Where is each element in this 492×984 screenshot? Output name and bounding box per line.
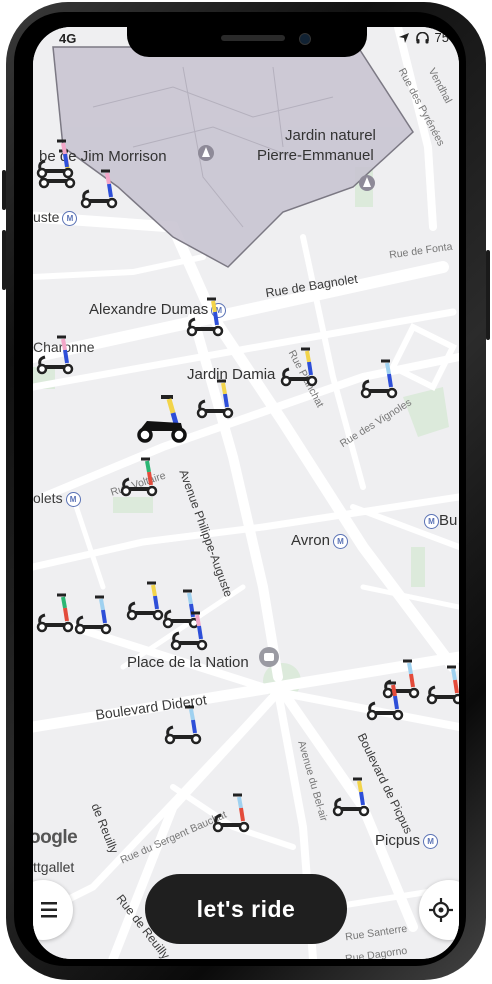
metro-icon: M	[62, 210, 78, 226]
place-label: Pierre-Emmanuel	[257, 147, 374, 164]
selected-scooter-icon[interactable]	[133, 391, 189, 447]
side-button	[2, 230, 6, 290]
metro-label: Picpus M	[375, 832, 439, 849]
metro-icon: M	[423, 833, 439, 849]
metro-label: olets M	[33, 490, 81, 507]
battery-level: 75	[434, 30, 449, 45]
phone-screen: be de Jim Morrison Jardin naturel Pierre…	[33, 27, 459, 959]
metro-icon: M	[424, 513, 439, 529]
scooter-marker-icon[interactable]	[193, 377, 237, 421]
scooter-marker-icon[interactable]	[77, 167, 121, 211]
square-pin-icon	[259, 647, 279, 667]
status-icons: 75	[398, 30, 449, 45]
side-button	[486, 250, 490, 340]
scooter-marker-icon[interactable]	[183, 295, 227, 339]
notch	[127, 27, 367, 57]
place-pin-icon	[359, 175, 375, 191]
scooter-marker-icon[interactable]	[117, 455, 161, 499]
front-camera	[299, 33, 311, 45]
place-pin-icon	[198, 145, 214, 161]
scooter-marker-icon[interactable]	[33, 591, 77, 635]
metro-label: Avron M	[291, 532, 348, 549]
metro-icon: M	[332, 533, 348, 549]
scooter-marker-icon[interactable]	[357, 357, 401, 401]
scooter-marker-icon[interactable]	[277, 345, 321, 389]
place-label: ttgallet	[33, 859, 75, 875]
metro-label: M Bu	[421, 512, 457, 529]
network-indicator: 4G	[59, 31, 77, 46]
scooter-marker-icon[interactable]	[423, 663, 459, 707]
google-logo: oogle	[33, 827, 78, 848]
scooter-marker-icon[interactable]	[167, 609, 211, 653]
lets-ride-button[interactable]: let's ride	[145, 874, 347, 944]
scooter-marker-icon[interactable]	[161, 703, 205, 747]
speaker	[221, 35, 285, 41]
scooter-marker-icon[interactable]	[363, 679, 407, 723]
metro-icon: M	[65, 491, 81, 507]
scooter-marker-icon[interactable]	[329, 775, 373, 819]
place-label: Jardin naturel	[285, 127, 376, 144]
scooter-marker-icon[interactable]	[209, 791, 253, 835]
location-arrow-icon	[398, 32, 409, 43]
scooter-marker-icon[interactable]	[33, 333, 77, 377]
side-button	[2, 170, 6, 210]
headphones-icon	[415, 31, 429, 43]
metro-label: uste M	[33, 209, 78, 226]
crosshair-icon	[429, 898, 453, 922]
scooter-marker-icon[interactable]	[33, 137, 77, 181]
menu-icon	[41, 902, 57, 918]
scooter-marker-icon[interactable]	[71, 593, 115, 637]
place-label: Place de la Nation	[127, 654, 249, 671]
